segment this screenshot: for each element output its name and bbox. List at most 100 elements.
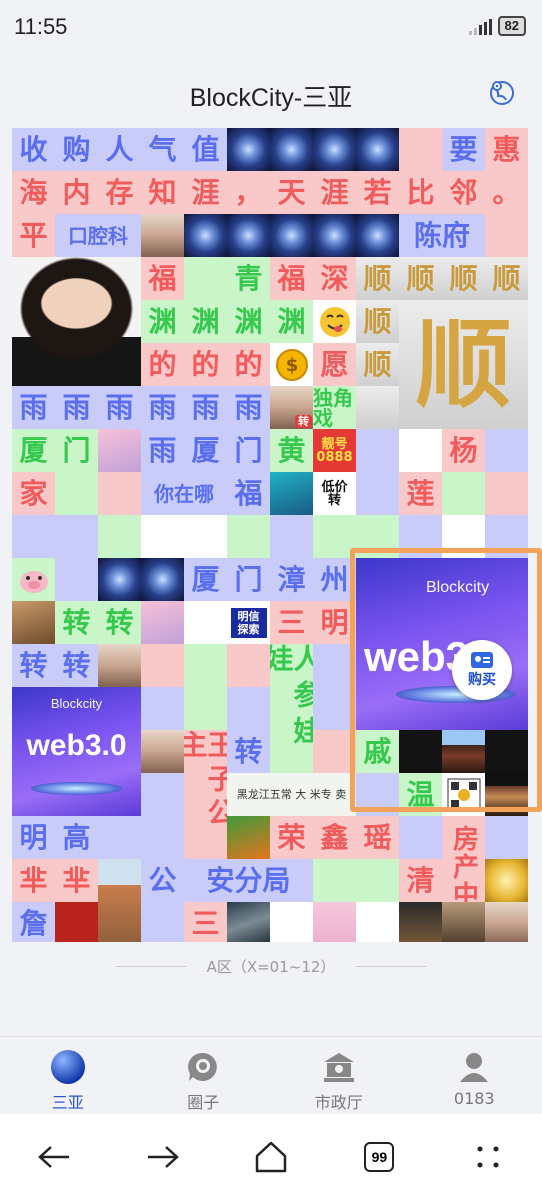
block-cell[interactable]: 家 — [12, 472, 55, 515]
block-cell[interactable]: 三 — [270, 601, 313, 644]
pagoda-image[interactable] — [485, 773, 528, 816]
block-cell[interactable] — [313, 859, 356, 902]
block-cell[interactable] — [227, 687, 270, 730]
block-cell[interactable]: 高 — [55, 816, 98, 859]
low-price-label[interactable]: 低价 转 — [313, 472, 356, 515]
galaxy-image[interactable] — [141, 558, 184, 601]
block-cell[interactable] — [399, 429, 442, 472]
block-cell[interactable]: 雨 — [141, 429, 184, 472]
shun-tile[interactable]: 顺 — [356, 257, 399, 300]
block-cell[interactable] — [485, 816, 528, 859]
block-cell[interactable]: 福 — [270, 257, 313, 300]
dark-block[interactable] — [399, 730, 442, 773]
galaxy-image[interactable] — [356, 214, 399, 257]
block-cell[interactable]: 漳 — [270, 558, 313, 601]
shun-tile[interactable]: 顺 — [356, 343, 399, 386]
block-cell[interactable] — [399, 816, 442, 859]
block-cell[interactable]: 知 — [141, 171, 184, 214]
more-dots-icon[interactable] — [463, 1132, 513, 1182]
block-cell[interactable] — [313, 730, 356, 773]
block-cell[interactable]: 门 — [55, 429, 98, 472]
block-cell[interactable] — [356, 429, 399, 472]
block-cell[interactable] — [442, 472, 485, 515]
block-cell[interactable]: 购 — [55, 128, 98, 171]
block-cell[interactable] — [227, 644, 270, 687]
police-bureau-block[interactable]: 安分局 — [184, 859, 313, 902]
mingxin-card[interactable]: 明信探索 — [227, 601, 270, 644]
block-cell[interactable]: 清 — [399, 859, 442, 902]
block-cell[interactable]: 渊 — [141, 300, 184, 343]
block-cell[interactable] — [98, 472, 141, 515]
block-cell[interactable]: 雨 — [184, 386, 227, 429]
block-cell[interactable] — [485, 214, 528, 257]
qr-code-image[interactable] — [442, 773, 485, 816]
portrait-image[interactable] — [141, 214, 184, 257]
block-cell[interactable]: 詹 — [12, 902, 55, 942]
block-cell[interactable]: 惠 — [485, 128, 528, 171]
girl-portrait-image[interactable] — [141, 730, 184, 773]
block-cell[interactable]: 人 — [98, 128, 141, 171]
map-globe-icon[interactable] — [488, 78, 516, 106]
block-cell[interactable] — [184, 644, 227, 687]
block-cell[interactable]: 的 — [184, 343, 227, 386]
block-cell[interactable]: 海 — [12, 171, 55, 214]
block-cell[interactable]: 渊 — [270, 300, 313, 343]
galaxy-image[interactable] — [227, 128, 270, 171]
block-cell[interactable] — [270, 902, 313, 942]
block-cell[interactable]: 天 — [270, 171, 313, 214]
block-cell[interactable] — [141, 816, 184, 859]
block-cell[interactable]: 收 — [12, 128, 55, 171]
block-cell[interactable]: 戚 — [356, 730, 399, 773]
block-cell[interactable] — [141, 644, 184, 687]
block-cell[interactable]: 雨 — [98, 386, 141, 429]
block-cell[interactable]: 明 — [313, 601, 356, 644]
block-cell[interactable] — [98, 515, 141, 558]
block-cell[interactable]: 你在哪 — [141, 472, 227, 515]
temple-image[interactable] — [442, 730, 485, 773]
block-cell[interactable]: 愿 — [313, 343, 356, 386]
block-cell[interactable]: 芈 — [55, 859, 98, 902]
dog-image[interactable] — [12, 601, 55, 644]
pig-sticker-image[interactable] — [12, 558, 55, 601]
block-cell[interactable]: 深 — [313, 257, 356, 300]
block-cell[interactable] — [356, 515, 399, 558]
buddha-image[interactable] — [442, 902, 485, 942]
block-cell[interactable] — [356, 773, 399, 816]
block-cell[interactable] — [98, 816, 141, 859]
block-cell[interactable] — [356, 386, 399, 429]
emoji-face-icon[interactable] — [313, 300, 356, 343]
block-cell[interactable]: 转 — [55, 644, 98, 687]
home-icon[interactable] — [246, 1132, 296, 1182]
prince-portrait-image[interactable] — [485, 902, 528, 942]
man-portrait-image[interactable]: 转 — [270, 386, 313, 429]
block-cell[interactable]: 黄 — [270, 429, 313, 472]
block-cell[interactable] — [55, 472, 98, 515]
galaxy-image[interactable] — [98, 558, 141, 601]
block-cell[interactable]: 存 — [98, 171, 141, 214]
block-cell[interactable]: 内 — [55, 171, 98, 214]
block-cell[interactable]: 厦 — [12, 429, 55, 472]
block-cell[interactable] — [485, 472, 528, 515]
horse-image[interactable] — [399, 902, 442, 942]
block-cell[interactable] — [399, 515, 442, 558]
block-cell[interactable]: 雨 — [227, 386, 270, 429]
block-cell[interactable] — [184, 687, 227, 730]
block-cell[interactable] — [270, 515, 313, 558]
block-cell[interactable]: 公 — [141, 859, 184, 902]
lucky-number-badge[interactable]: 靓号0888 — [313, 429, 356, 472]
block-cell[interactable]: 荣 — [270, 816, 313, 859]
galaxy-image[interactable] — [184, 214, 227, 257]
nav-item-city-hall[interactable]: 市政厅 — [271, 1037, 407, 1114]
galaxy-image[interactable] — [227, 214, 270, 257]
shun-tile[interactable]: 顺 — [442, 257, 485, 300]
tabs-button[interactable]: 99 — [354, 1132, 404, 1182]
swimmer-image[interactable] — [270, 472, 313, 515]
nav-item-sanya[interactable]: 三亚 — [0, 1037, 136, 1114]
cherry-blossom-image[interactable] — [313, 902, 356, 942]
back-arrow-icon[interactable] — [29, 1132, 79, 1182]
block-cell[interactable]: 涯 — [313, 171, 356, 214]
block-cell[interactable]: 莲 — [399, 472, 442, 515]
block-cell[interactable]: 比 — [399, 171, 442, 214]
block-cell[interactable]: 转 — [227, 730, 270, 773]
block-cell[interactable] — [442, 515, 485, 558]
